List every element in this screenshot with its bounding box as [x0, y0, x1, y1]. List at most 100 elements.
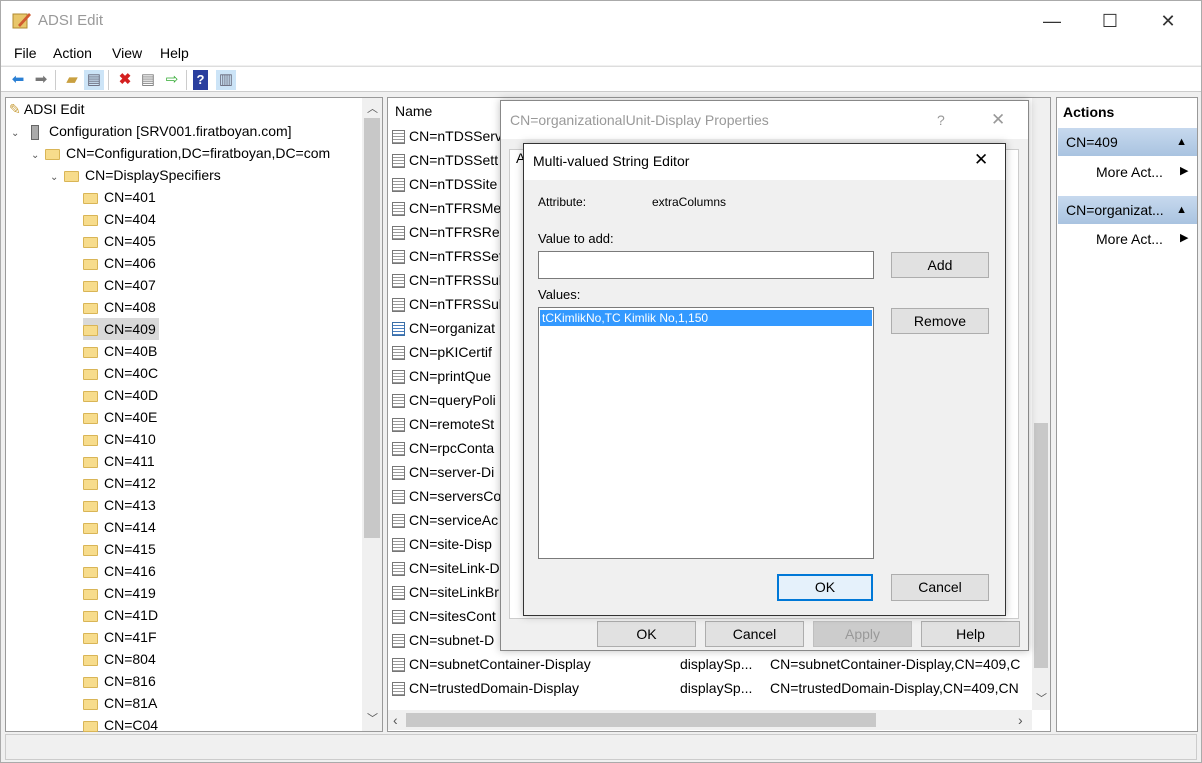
tree-item[interactable]: CN=40B: [83, 340, 160, 362]
show-hide-tree-icon[interactable]: ▤: [84, 70, 104, 90]
maximize-button[interactable]: ☐: [1095, 8, 1125, 34]
cancel-button[interactable]: Cancel: [705, 621, 804, 647]
list-item[interactable]: CN=subnetContainer-Display: [392, 653, 591, 675]
scroll-down-icon[interactable]: ﹀: [1036, 690, 1047, 706]
tree-item[interactable]: CN=411: [83, 450, 158, 472]
list-item[interactable]: CN=queryPoli: [392, 389, 496, 411]
chevron-down-icon[interactable]: ⌄: [31, 145, 45, 167]
close-button[interactable]: ✕: [1153, 8, 1183, 34]
list-item[interactable]: CN=remoteSt: [392, 413, 494, 435]
export-icon[interactable]: ⇨: [162, 70, 182, 90]
scroll-thumb[interactable]: [364, 118, 380, 538]
back-icon[interactable]: ⬅: [8, 70, 28, 90]
more-actions-item[interactable]: More Act...: [1096, 164, 1163, 180]
value-to-add-input[interactable]: [538, 251, 874, 279]
help-button[interactable]: Help: [921, 621, 1020, 647]
tree-display-specifiers[interactable]: ⌄ CN=DisplaySpecifiers: [50, 164, 221, 186]
list-item[interactable]: CN=printQue: [392, 365, 491, 387]
menu-view[interactable]: View: [112, 45, 142, 61]
list-item[interactable]: CN=nTFRSRep: [392, 221, 507, 243]
list-item[interactable]: CN=site-Disp: [392, 533, 492, 555]
tree-item[interactable]: CN=405: [83, 230, 159, 252]
list-item[interactable]: CN=serversCo: [392, 485, 501, 507]
tree-item[interactable]: CN=408: [83, 296, 159, 318]
list-vertical-scrollbar[interactable]: ﹀: [1032, 98, 1050, 710]
chevron-down-icon[interactable]: ⌄: [50, 167, 64, 189]
tree-item[interactable]: CN=414: [83, 516, 159, 538]
values-list-item[interactable]: tCKimlikNo,TC Kimlik No,1,150: [540, 310, 872, 326]
list-item[interactable]: CN=nTFRSSub: [392, 293, 507, 315]
tree-item[interactable]: CN=81A: [83, 692, 160, 714]
tree-item[interactable]: CN=416: [83, 560, 159, 582]
list-item[interactable]: CN=organizat: [392, 317, 495, 339]
tree-item[interactable]: CN=40E: [83, 406, 160, 428]
tree-item[interactable]: CN=41D: [83, 604, 161, 626]
tree-naming-context[interactable]: ⌄ CN=Configuration,DC=firatboyan,DC=com: [31, 142, 330, 164]
chevron-down-icon[interactable]: ⌄: [11, 123, 25, 145]
list-item[interactable]: CN=serviceAc: [392, 509, 498, 531]
tree-item[interactable]: CN=41F: [83, 626, 160, 648]
list-item[interactable]: CN=rpcConta: [392, 437, 494, 459]
tree-item[interactable]: CN=419: [83, 582, 159, 604]
tree-item[interactable]: CN=404: [83, 208, 159, 230]
tree-item[interactable]: CN=415: [83, 538, 159, 560]
help-icon[interactable]: ?: [193, 70, 208, 90]
cancel-button[interactable]: Cancel: [891, 574, 989, 601]
tree-scrollbar[interactable]: ︿ ﹀: [362, 98, 382, 731]
tree-item[interactable]: CN=C04: [83, 714, 161, 736]
list-item[interactable]: CN=siteLinkBr: [392, 581, 499, 603]
scroll-thumb[interactable]: [1034, 423, 1048, 668]
tree-item[interactable]: CN=406: [83, 252, 159, 274]
list-item[interactable]: CN=pKICertif: [392, 341, 492, 363]
tree-item[interactable]: CN=40D: [83, 384, 161, 406]
tree-item[interactable]: CN=816: [83, 670, 159, 692]
scroll-thumb[interactable]: [406, 713, 876, 727]
tree-item[interactable]: CN=804: [83, 648, 159, 670]
values-listbox[interactable]: tCKimlikNo,TC Kimlik No,1,150: [538, 307, 874, 559]
close-button[interactable]: ✕: [991, 110, 1005, 130]
ok-button[interactable]: OK: [597, 621, 696, 647]
list-item[interactable]: CN=nTFRSMe: [392, 197, 501, 219]
menu-help[interactable]: Help: [160, 45, 189, 61]
tree-item[interactable]: CN=409: [83, 318, 159, 340]
menu-action[interactable]: Action: [53, 45, 92, 61]
list-item[interactable]: CN=nTFRSSub: [392, 269, 507, 291]
remove-button[interactable]: Remove: [891, 308, 989, 334]
tree-connection[interactable]: ⌄ Configuration [SRV001.firatboyan.com]: [11, 120, 292, 142]
list-horizontal-scrollbar[interactable]: ‹ ›: [388, 710, 1032, 730]
column-header-name[interactable]: Name: [395, 103, 432, 119]
delete-icon[interactable]: ✖: [115, 70, 135, 90]
collapse-icon[interactable]: ▲: [1176, 128, 1187, 156]
list-item[interactable]: CN=subnet-D: [392, 629, 494, 651]
tree-item[interactable]: CN=413: [83, 494, 159, 516]
list-item[interactable]: CN=nTFRSSet: [392, 245, 503, 267]
scroll-up-icon[interactable]: ︿: [367, 100, 378, 116]
menu-file[interactable]: File: [14, 45, 37, 61]
tree-item[interactable]: CN=412: [83, 472, 159, 494]
more-actions-item[interactable]: More Act...: [1096, 231, 1163, 247]
scroll-down-icon[interactable]: ﹀: [367, 710, 378, 726]
list-item[interactable]: CN=server-Di: [392, 461, 494, 483]
list-item[interactable]: CN=trustedDomain-Display: [392, 677, 579, 699]
show-hide-action-pane-icon[interactable]: ▥: [216, 70, 236, 90]
action-group-header[interactable]: CN=organizat... ▲: [1058, 196, 1197, 224]
list-item[interactable]: CN=nTDSSite: [392, 173, 497, 195]
ok-button[interactable]: OK: [777, 574, 873, 601]
tree-item[interactable]: CN=407: [83, 274, 159, 296]
list-item[interactable]: CN=nTDSServ: [392, 125, 502, 147]
forward-icon[interactable]: ➡: [31, 70, 51, 90]
tree-item[interactable]: CN=40C: [83, 362, 161, 384]
tree-item[interactable]: CN=401: [83, 186, 159, 208]
close-button[interactable]: ✕: [974, 150, 988, 170]
tree-item[interactable]: CN=410: [83, 428, 159, 450]
apply-button[interactable]: Apply: [813, 621, 912, 647]
list-item[interactable]: CN=nTDSSett: [392, 149, 498, 171]
minimize-button[interactable]: —: [1037, 8, 1067, 34]
properties-icon[interactable]: ▤: [138, 70, 158, 90]
scroll-left-icon[interactable]: ‹: [393, 712, 398, 728]
scroll-right-icon[interactable]: ›: [1018, 712, 1023, 728]
list-item[interactable]: CN=sitesCont: [392, 605, 496, 627]
up-folder-icon[interactable]: ▰: [62, 70, 82, 90]
list-item[interactable]: CN=siteLink-D: [392, 557, 500, 579]
action-group-header[interactable]: CN=409 ▲: [1058, 128, 1197, 156]
